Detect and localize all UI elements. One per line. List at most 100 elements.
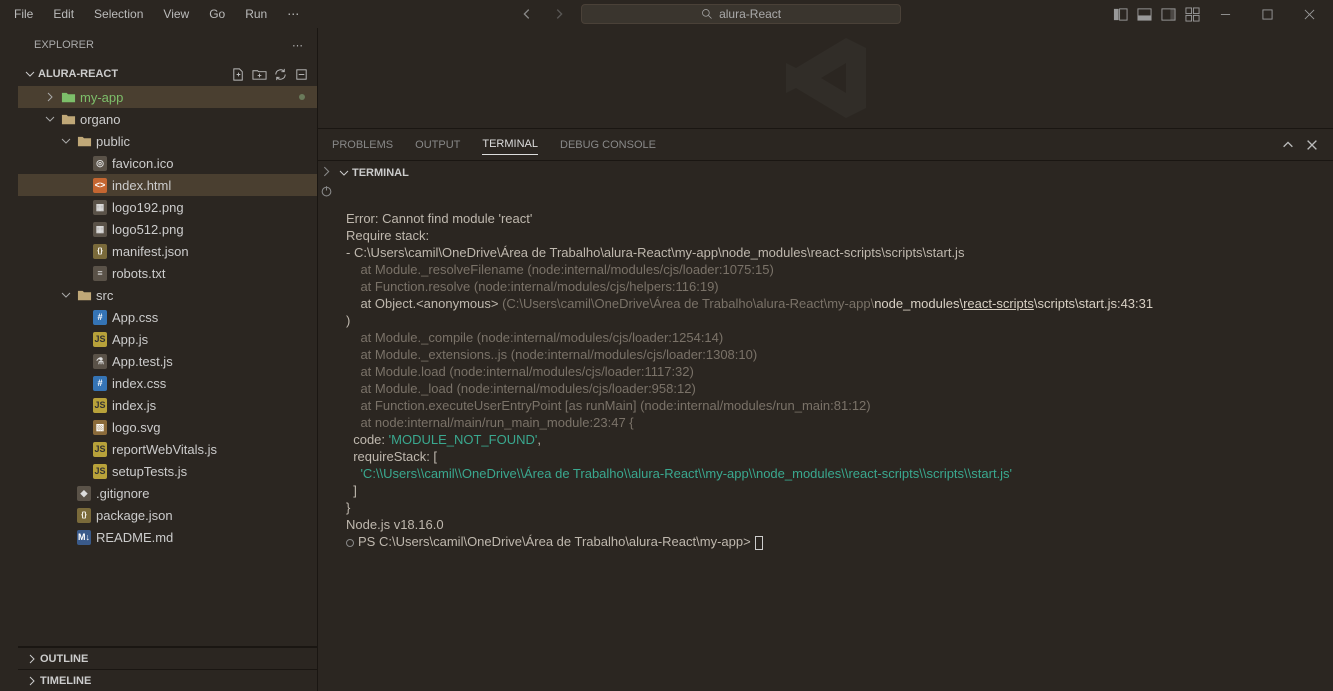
tree-item-label: App.test.js	[112, 354, 173, 369]
file-tree: my-app organo public◎favicon.ico<>index.ht…	[18, 86, 317, 548]
folder-root-header[interactable]: ALURA-REACT	[18, 62, 317, 86]
window-maximize-icon[interactable]	[1249, 0, 1285, 28]
layout-panel-icon[interactable]	[1135, 5, 1153, 23]
terminal-header-label: TERMINAL	[352, 167, 409, 179]
file-icon: JS	[92, 441, 108, 457]
layout-secondary-icon[interactable]	[1159, 5, 1177, 23]
menu-edit[interactable]: Edit	[45, 5, 82, 23]
new-file-icon[interactable]	[231, 67, 246, 82]
folder-root-label: ALURA-REACT	[38, 68, 118, 80]
tree-item-label: index.js	[112, 398, 156, 413]
sidebar-more-icon[interactable]: ⋯	[292, 39, 303, 52]
tree-item[interactable]: ▧logo.svg	[18, 416, 317, 438]
file-icon: ◎	[92, 155, 108, 171]
tree-item[interactable]: my-app	[18, 86, 317, 108]
tab-output[interactable]: OUTPUT	[415, 135, 460, 155]
tree-item-label: logo512.png	[112, 222, 184, 237]
file-icon: ≡	[92, 265, 108, 281]
chevron-down-icon	[24, 68, 36, 80]
file-icon: #	[92, 309, 108, 325]
modified-indicator-icon	[299, 94, 305, 100]
tree-item-label: setupTests.js	[112, 464, 187, 479]
tree-item[interactable]: #App.css	[18, 306, 317, 328]
menu-selection[interactable]: Selection	[86, 5, 151, 23]
tree-item-label: my-app	[80, 90, 123, 105]
tree-item[interactable]: ⚗App.test.js	[18, 350, 317, 372]
tree-item[interactable]: ▦ logo512.png	[18, 218, 317, 240]
tree-item[interactable]: organo	[18, 108, 317, 130]
tree-item[interactable]: JS App.js	[18, 328, 317, 350]
collapse-all-icon[interactable]	[294, 67, 309, 82]
window-close-icon[interactable]	[1291, 0, 1327, 28]
file-icon: <>	[92, 177, 108, 193]
terminal-power-icon[interactable]	[320, 184, 333, 197]
sidebar-title: EXPLORER	[34, 39, 94, 51]
new-folder-icon[interactable]	[252, 67, 267, 82]
chevron-right-icon	[44, 91, 56, 103]
menu-go[interactable]: Go	[201, 5, 233, 23]
tree-item[interactable]: ◆ .gitignore	[18, 482, 317, 504]
tab-problems[interactable]: PROBLEMS	[332, 135, 393, 155]
layout-primary-icon[interactable]	[1111, 5, 1129, 23]
chevron-down-icon	[44, 113, 56, 125]
tree-item[interactable]: src	[18, 284, 317, 306]
menu-more-icon[interactable]: ⋯	[279, 5, 307, 23]
tree-item-label: App.js	[112, 332, 148, 347]
tab-terminal[interactable]: TERMINAL	[482, 134, 538, 155]
nav-back-icon[interactable]	[517, 4, 537, 24]
sidebar-header: EXPLORER ⋯	[18, 28, 317, 62]
panel-close-icon[interactable]	[1305, 138, 1319, 152]
timeline-section[interactable]: TIMELINE	[18, 669, 317, 691]
tree-item-label: package.json	[96, 508, 173, 523]
file-icon: JS	[92, 331, 108, 347]
file-icon: ▧	[92, 419, 108, 435]
command-center[interactable]: alura-React	[581, 4, 901, 24]
tree-item[interactable]: M↓README.md	[18, 526, 317, 548]
tree-item[interactable]: JSsetupTests.js	[18, 460, 317, 482]
file-icon: ◆	[76, 485, 92, 501]
terminal-header[interactable]: TERMINAL	[334, 161, 1333, 185]
menu-file[interactable]: File	[6, 5, 41, 23]
tree-item[interactable]: <>index.html	[18, 174, 317, 196]
editor-area: PROBLEMS OUTPUT TERMINAL DEBUG CONSOLE	[318, 28, 1333, 691]
folder-icon	[76, 133, 92, 149]
layout-customize-icon[interactable]	[1183, 5, 1201, 23]
tab-debug-console[interactable]: DEBUG CONSOLE	[560, 135, 656, 155]
tree-item[interactable]: #index.css	[18, 372, 317, 394]
chevron-right-icon	[26, 675, 38, 687]
menu-run[interactable]: Run	[237, 5, 275, 23]
file-icon: #	[92, 375, 108, 391]
tree-item-label: reportWebVitals.js	[112, 442, 217, 457]
file-icon: {}	[76, 507, 92, 523]
sidebar: EXPLORER ⋯ ALURA-REACT my-app organo publi…	[18, 28, 318, 691]
menu-view[interactable]: View	[155, 5, 197, 23]
file-icon: ▦	[92, 199, 108, 215]
refresh-icon[interactable]	[273, 67, 288, 82]
terminal-launch-icon[interactable]	[320, 165, 333, 178]
file-icon: ▦	[92, 221, 108, 237]
tree-item-label: README.md	[96, 530, 173, 545]
tree-item[interactable]: JS reportWebVitals.js	[18, 438, 317, 460]
window-minimize-icon[interactable]	[1207, 0, 1243, 28]
tree-item-label: organo	[80, 112, 120, 127]
chevron-down-icon	[60, 289, 72, 301]
terminal-cursor	[755, 536, 763, 550]
bottom-panel: PROBLEMS OUTPUT TERMINAL DEBUG CONSOLE	[318, 128, 1333, 691]
tree-item[interactable]: JSindex.js	[18, 394, 317, 416]
tree-item[interactable]: {}manifest.json	[18, 240, 317, 262]
nav-forward-icon[interactable]	[549, 4, 569, 24]
tree-item[interactable]: {} package.json	[18, 504, 317, 526]
panel-maximize-icon[interactable]	[1281, 138, 1295, 152]
outline-label: OUTLINE	[40, 653, 88, 665]
tree-item-label: .gitignore	[96, 486, 149, 501]
tree-item[interactable]: public	[18, 130, 317, 152]
activity-bar	[0, 28, 18, 691]
outline-section[interactable]: OUTLINE	[18, 647, 317, 669]
tree-item[interactable]: ◎favicon.ico	[18, 152, 317, 174]
tree-item[interactable]: ≡robots.txt	[18, 262, 317, 284]
titlebar: File Edit Selection View Go Run ⋯ alura-…	[0, 0, 1333, 28]
tree-item[interactable]: ▦ logo192.png	[18, 196, 317, 218]
tree-item-label: logo192.png	[112, 200, 184, 215]
tree-item-label: manifest.json	[112, 244, 189, 259]
terminal-output[interactable]: Error: Cannot find module 'react' Requir…	[334, 185, 1333, 558]
